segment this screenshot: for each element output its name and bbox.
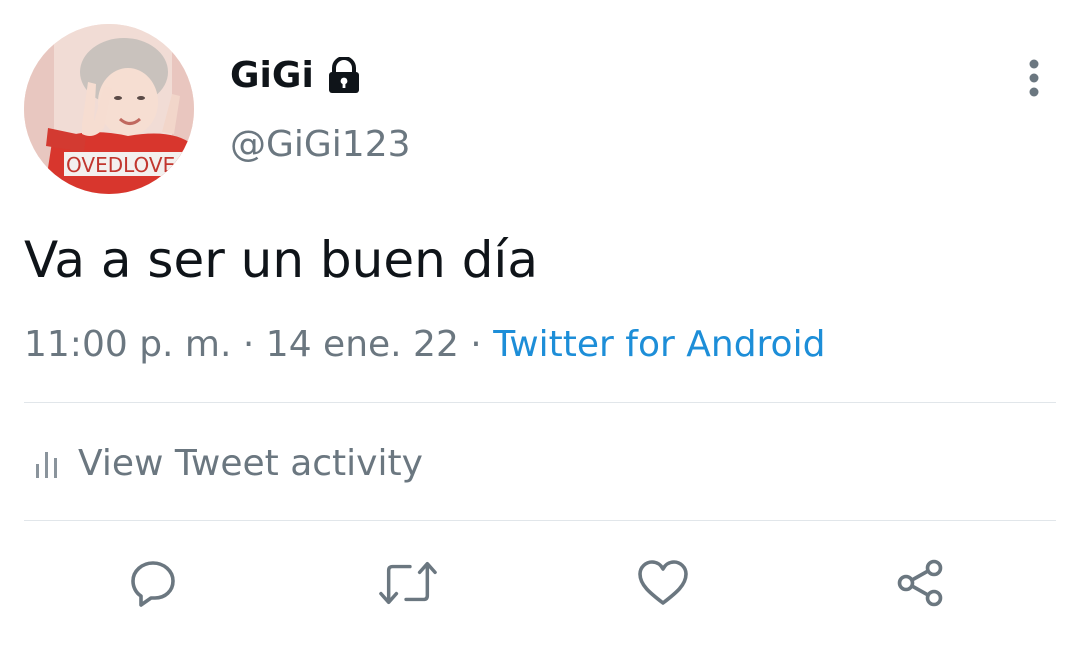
like-button[interactable] — [634, 554, 692, 612]
tweet-date: 14 ene. 22 — [265, 324, 459, 365]
heart-icon — [638, 560, 688, 605]
tweet-source-link[interactable]: Twitter for Android — [493, 324, 825, 365]
author-display-name[interactable]: GiGi — [230, 52, 314, 100]
tweet-time: 11:00 p. m. — [24, 324, 232, 365]
view-tweet-activity-label: View Tweet activity — [78, 442, 423, 484]
bar-chart-icon — [36, 452, 57, 478]
more-vertical-icon — [1029, 59, 1039, 97]
reply-button[interactable] — [124, 554, 182, 612]
view-tweet-activity-button[interactable]: View Tweet activity — [34, 436, 423, 490]
reply-icon — [131, 561, 175, 607]
divider — [24, 520, 1056, 521]
retweet-icon — [379, 561, 437, 605]
tweet-detail: OVEDLOVE GiGi @GiGi123 Va a ser un buen … — [0, 0, 1080, 659]
avatar[interactable]: OVEDLOVE — [24, 24, 194, 194]
author-handle[interactable]: @GiGi123 — [230, 120, 411, 170]
tweet-text: Va a ser un buen día — [24, 231, 538, 289]
retweet-button[interactable] — [379, 554, 437, 612]
meta-separator-2: · — [458, 324, 494, 365]
avatar-image: OVEDLOVE — [24, 24, 194, 194]
tweet-actions-bar — [0, 548, 1080, 618]
lock-icon — [326, 56, 362, 95]
more-options-button[interactable] — [1010, 54, 1058, 102]
share-icon — [897, 559, 943, 607]
tweet-metadata: 11:00 p. m. · 14 ene. 22 · Twitter for A… — [24, 318, 825, 372]
meta-separator: · — [231, 324, 266, 365]
share-button[interactable] — [892, 554, 950, 612]
divider — [24, 402, 1056, 403]
avatar-print-text: OVEDLOVE — [66, 153, 175, 177]
author-name-row: GiGi — [230, 52, 362, 100]
